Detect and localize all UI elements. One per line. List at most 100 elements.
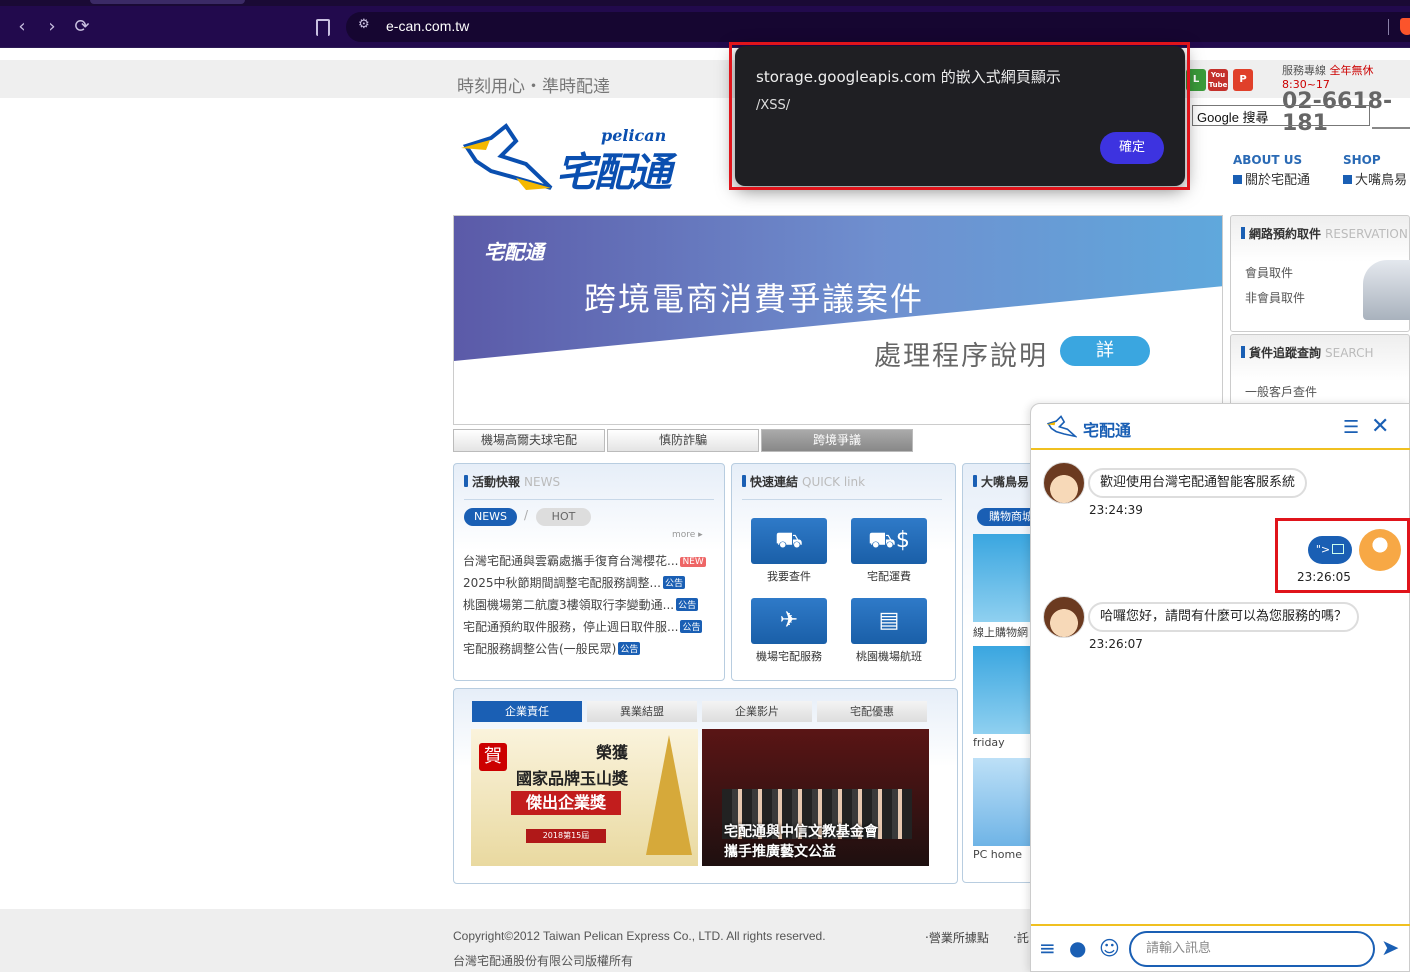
shop-item-label[interactable]: 線上購物網 — [973, 624, 1028, 640]
nav-shop-zh[interactable]: 大嘴鳥易 — [1355, 173, 1407, 188]
message-input[interactable]: 請輸入訊息 — [1129, 931, 1375, 967]
quick-link-label[interactable]: 桃園機場航班 — [839, 648, 939, 664]
banner-title: 跨境電商消費爭議案件 — [584, 280, 925, 318]
message-time: 23:24:39 — [1089, 503, 1143, 517]
shop-item-label[interactable]: PC home — [973, 848, 1022, 861]
quick-links-panel: 快速連結 QUICK link ⛟ 我要查件 ⛟$ 宅配運費 ✈ 機場宅配服務 ▤ 桃園機… — [731, 463, 956, 681]
news-tab[interactable]: NEWS — [464, 508, 517, 526]
hero-banner[interactable]: 宅配通 跨境電商消費爭議案件 處理程序說明 詳情 — [453, 215, 1223, 425]
bot-avatar — [1043, 462, 1085, 504]
back-icon[interactable]: ‹ — [10, 15, 34, 39]
quick-link-label[interactable]: 機場宅配服務 — [739, 648, 839, 664]
google-search-input[interactable]: Google 搜尋 — [1192, 105, 1370, 126]
address-bar[interactable]: ⚙ e-can.com.tw — [346, 12, 1410, 42]
reload-icon[interactable]: ⟳ — [70, 15, 94, 39]
bot-message: 歡迎使用台灣宅配通智能客服系統 — [1088, 468, 1308, 498]
company-text: 台灣宅配通股份有限公司版權所有 — [453, 954, 634, 968]
quick-title: 快速連結 — [750, 475, 799, 489]
emoji-icon[interactable]: ☺ — [1099, 936, 1120, 960]
divider — [742, 499, 942, 500]
footer-link-2[interactable]: ‧託 — [1013, 929, 1029, 946]
copyright-text: Copyright©2012 Taiwan Pelican Express Co… — [453, 929, 826, 943]
track-link[interactable]: 一般客戶查件 — [1245, 383, 1317, 400]
award-image[interactable]: 賀 榮獲 國家品牌玉山獎 傑出企業獎 2018第15屆 — [471, 729, 698, 866]
menu-icon[interactable]: ≡ — [1039, 936, 1056, 960]
active-tab[interactable] — [90, 0, 245, 4]
chat-widget: 宅配通 ☰ ✕ 歡迎使用台灣宅配通智能客服系統 23:24:39 "> 23:2… — [1030, 403, 1410, 972]
quick-link-label[interactable]: 宅配運費 — [839, 568, 939, 584]
corp-tab-csr[interactable]: 企業責任 — [472, 701, 582, 722]
footer-link-branches[interactable]: ‧營業所據點 — [925, 929, 989, 946]
divider — [1388, 19, 1389, 35]
banner-tab-golf[interactable]: 機場高爾夫球宅配 — [453, 429, 605, 452]
quick-link-airport[interactable]: ✈ 機場宅配服務 — [739, 598, 839, 673]
news-item[interactable]: 桃園機場第二航廈3樓領取行李變動通... 公告 — [463, 596, 699, 613]
notice-badge: 公告 — [680, 620, 703, 633]
p-shop-icon[interactable]: P — [1233, 69, 1253, 91]
nav-about-zh[interactable]: 關於宅配通 — [1245, 173, 1310, 188]
banner-tab-fraud[interactable]: 慎防詐騙 — [607, 429, 759, 452]
news-item-text[interactable]: 2025中秋節期間調整宅配服務調整... — [463, 576, 661, 590]
truck-dollar-icon: ⛟$ — [851, 518, 927, 564]
shop-item-label[interactable]: friday — [973, 736, 1005, 749]
bullet-icon — [1343, 175, 1352, 184]
news-item[interactable]: 2025中秋節期間調整宅配服務調整... 公告 — [463, 574, 685, 591]
divider — [464, 499, 714, 500]
bookmark-icon[interactable] — [316, 19, 330, 36]
close-icon[interactable]: ✕ — [1371, 414, 1389, 439]
award-line3: 傑出企業獎 — [511, 791, 621, 815]
search-button-edge[interactable] — [1372, 127, 1410, 129]
quick-link-label[interactable]: 我要查件 — [739, 568, 839, 584]
heading-marker — [1241, 227, 1245, 239]
chat-bubble-icon[interactable]: ● — [1069, 936, 1086, 960]
news-item-text[interactable]: 桃園機場第二航廈3樓領取行李變動通... — [463, 598, 674, 612]
youtube-icon[interactable]: You Tube — [1208, 69, 1228, 91]
corp-tab-offers[interactable]: 宅配優惠 — [817, 701, 927, 722]
forward-icon[interactable]: › — [40, 15, 64, 39]
news-item-text[interactable]: 宅配通預約取件服務，停止週日取件服... — [463, 620, 678, 634]
news-item[interactable]: 台灣宅配通與雲霸處攜手復育台灣櫻花... NEW — [463, 552, 706, 569]
award-congrats: 賀 — [479, 743, 507, 771]
news-item[interactable]: 宅配通預約取件服務，停止週日取件服... 公告 — [463, 618, 703, 635]
news-item[interactable]: 宅配服務調整公告(一般民眾) 公告 — [463, 640, 641, 657]
send-icon[interactable]: ➤ — [1381, 936, 1399, 961]
notice-badge: 公告 — [676, 598, 699, 611]
shop-title: 大嘴鳥易 — [981, 475, 1030, 489]
quick-link-flights[interactable]: ▤ 桃園機場航班 — [839, 598, 939, 673]
logo-chinese: 宅配通 — [556, 150, 672, 196]
banner-tab-dispute[interactable]: 跨境爭議 — [761, 429, 913, 452]
news-item-text[interactable]: 宅配服務調整公告(一般民眾) — [463, 642, 616, 656]
new-badge: NEW — [680, 557, 706, 567]
nav-shop[interactable]: SHOP 大嘴鳥易 — [1343, 153, 1407, 188]
url-text[interactable]: e-can.com.tw — [386, 18, 469, 34]
highlight-box-user-message — [1275, 518, 1410, 593]
notice-badge: 公告 — [662, 576, 685, 589]
heading-marker — [742, 475, 746, 487]
site-logo[interactable]: pelican 宅配通 — [456, 116, 716, 196]
truck-chat-icon: ⛟ — [751, 518, 827, 564]
nav-about-us[interactable]: ABOUT US 關於宅配通 — [1233, 153, 1310, 188]
quick-link-tracking[interactable]: ⛟ 我要查件 — [739, 518, 839, 593]
quick-title-en: QUICK link — [802, 475, 866, 489]
flight-board-icon: ▤ — [851, 598, 927, 644]
message-time: 23:26:07 — [1089, 637, 1143, 651]
hot-tab[interactable]: HOT — [536, 508, 591, 526]
quick-link-rates[interactable]: ⛟$ 宅配運費 — [839, 518, 939, 593]
nav-about-en[interactable]: ABOUT US — [1233, 153, 1310, 167]
corp-tab-alliance[interactable]: 異業結盟 — [587, 701, 697, 722]
banner-details-button[interactable]: 詳情 — [1060, 336, 1150, 391]
more-link[interactable]: more ▸ — [672, 530, 703, 540]
photo-caption-2: 攜手推廣藝文公益 — [724, 844, 836, 860]
heading-marker — [1241, 346, 1245, 358]
pelican-logo-icon — [461, 123, 553, 190]
event-photo[interactable]: 宅配通與中信文教基金會 攜手推廣藝文公益 — [702, 729, 929, 866]
news-item-text[interactable]: 台灣宅配通與雲霸處攜手復育台灣櫻花... — [463, 554, 678, 568]
menu-list-icon[interactable]: ☰ — [1343, 417, 1359, 438]
guest-pickup-link[interactable]: 非會員取件 — [1245, 289, 1305, 306]
site-info-icon[interactable]: ⚙ — [358, 17, 370, 32]
nav-shop-en[interactable]: SHOP — [1343, 153, 1407, 167]
member-pickup-link[interactable]: 會員取件 — [1245, 264, 1293, 281]
corp-tab-video[interactable]: 企業影片 — [702, 701, 812, 722]
brave-shield-icon[interactable] — [1400, 18, 1410, 35]
chat-header: 宅配通 ☰ ✕ — [1031, 404, 1410, 450]
